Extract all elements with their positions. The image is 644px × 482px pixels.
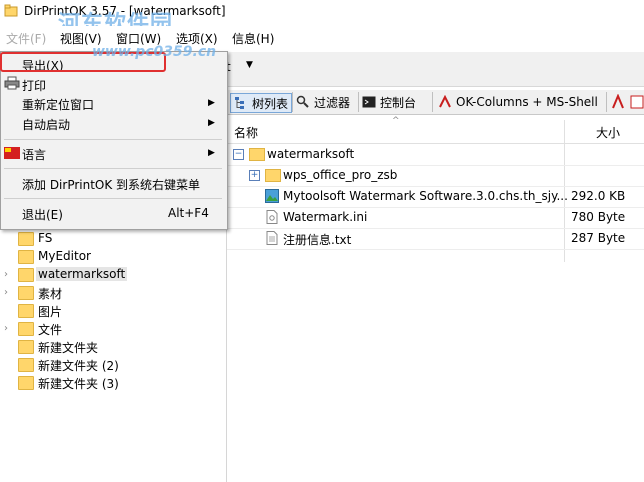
filter-button[interactable]: 过滤器 — [296, 93, 350, 111]
list-row[interactable]: Mytoolsoft Watermark Software.3.0.chs.th… — [227, 186, 644, 208]
folder-icon — [265, 169, 281, 182]
menu-file[interactable]: 文件(F) — [6, 30, 46, 47]
folder-icon — [18, 286, 34, 300]
console-label: 控制台 — [380, 95, 417, 110]
ini-file-icon — [266, 210, 278, 224]
app-icon — [4, 4, 18, 17]
tree-item[interactable]: 图片 — [0, 302, 226, 320]
folder-icon — [18, 358, 34, 372]
overflow-icon[interactable] — [630, 94, 644, 110]
text-file-icon — [266, 231, 278, 245]
tree-list-label: 树列表 — [252, 96, 289, 111]
tree-item-selected[interactable]: › watermarksoft — [0, 266, 226, 284]
folder-icon — [18, 322, 34, 336]
menu-item-print[interactable]: 打印 — [22, 77, 46, 94]
toolbar-divider — [358, 92, 359, 112]
tree-item[interactable]: FS — [0, 230, 226, 248]
expand-chevron-icon[interactable]: › — [4, 287, 8, 298]
folder-icon — [18, 250, 34, 264]
columns-shell-icon — [439, 95, 451, 108]
folder-icon — [18, 268, 34, 282]
tree-item[interactable]: › 素材 — [0, 284, 226, 302]
tree-item[interactable]: 新建文件夹 (2) — [0, 356, 226, 374]
toolbar-divider — [292, 92, 293, 112]
column-header-size[interactable]: 大小 — [596, 124, 620, 142]
folder-icon — [18, 340, 34, 354]
list-row[interactable]: + wps_office_pro_zsb — [227, 165, 644, 187]
submenu-arrow-icon: ▶ — [208, 98, 215, 108]
tree-item[interactable]: 新建文件夹 (3) — [0, 374, 226, 392]
extra-tool-icon[interactable] — [611, 94, 625, 110]
toolbar-divider — [606, 92, 607, 112]
submenu-arrow-icon: ▶ — [208, 118, 215, 128]
menu-separator — [4, 139, 222, 140]
expand-chevron-icon[interactable]: › — [4, 323, 8, 334]
submenu-arrow-icon: ▶ — [208, 148, 215, 158]
column-header-name[interactable]: 名称 — [234, 124, 258, 142]
folder-icon — [249, 148, 265, 161]
tree-list-icon — [235, 97, 244, 109]
list-row[interactable]: − watermarksoft — [227, 144, 644, 166]
toolbar-divider — [432, 92, 433, 112]
columns-label: OK-Columns + MS-Shell — [456, 95, 598, 109]
list-row[interactable]: 注册信息.txt 287 Byte — [227, 228, 644, 250]
console-button[interactable]: 控制台 — [362, 93, 416, 111]
menu-item-exit[interactable]: 退出(E) — [22, 206, 63, 223]
menu-item-language[interactable]: 语言 — [22, 146, 46, 163]
collapse-toggle-icon[interactable]: − — [233, 149, 244, 160]
tree-list-button[interactable]: 树列表 — [230, 93, 293, 113]
folder-icon — [18, 376, 34, 390]
menu-item-reposition[interactable]: 重新定位窗口 — [22, 96, 94, 113]
menu-separator — [4, 198, 222, 199]
folder-icon — [18, 304, 34, 318]
sort-arrow-icon: ^ — [392, 116, 400, 126]
printer-icon — [4, 76, 20, 90]
folder-icon — [18, 232, 34, 246]
image-file-icon — [265, 189, 279, 203]
toolbar-dropdown-icon[interactable]: ▼ — [246, 60, 253, 70]
tree-item[interactable]: 新建文件夹 — [0, 338, 226, 356]
watermark-url: www.pc0359.cn — [92, 44, 217, 60]
expand-toggle-icon[interactable]: + — [249, 170, 260, 181]
menu-item-add-context-menu[interactable]: 添加 DirPrintOK 到系统右键菜单 — [22, 176, 200, 193]
filter-label: 过滤器 — [314, 95, 351, 110]
filter-icon — [296, 95, 309, 108]
expand-chevron-icon[interactable]: › — [4, 269, 8, 280]
menu-item-autostart[interactable]: 自动启动 — [22, 116, 70, 133]
list-row[interactable]: Watermark.ini 780 Byte — [227, 207, 644, 229]
console-icon — [362, 96, 376, 108]
menu-info[interactable]: 信息(H) — [232, 30, 274, 47]
exit-shortcut: Alt+F4 — [168, 206, 209, 220]
tree-item[interactable]: › 文件 — [0, 320, 226, 338]
language-flag-icon — [4, 147, 20, 159]
columns-button[interactable]: OK-Columns + MS-Shell — [438, 93, 598, 111]
tree-item[interactable]: MyEditor — [0, 248, 226, 266]
menu-separator — [4, 168, 222, 169]
